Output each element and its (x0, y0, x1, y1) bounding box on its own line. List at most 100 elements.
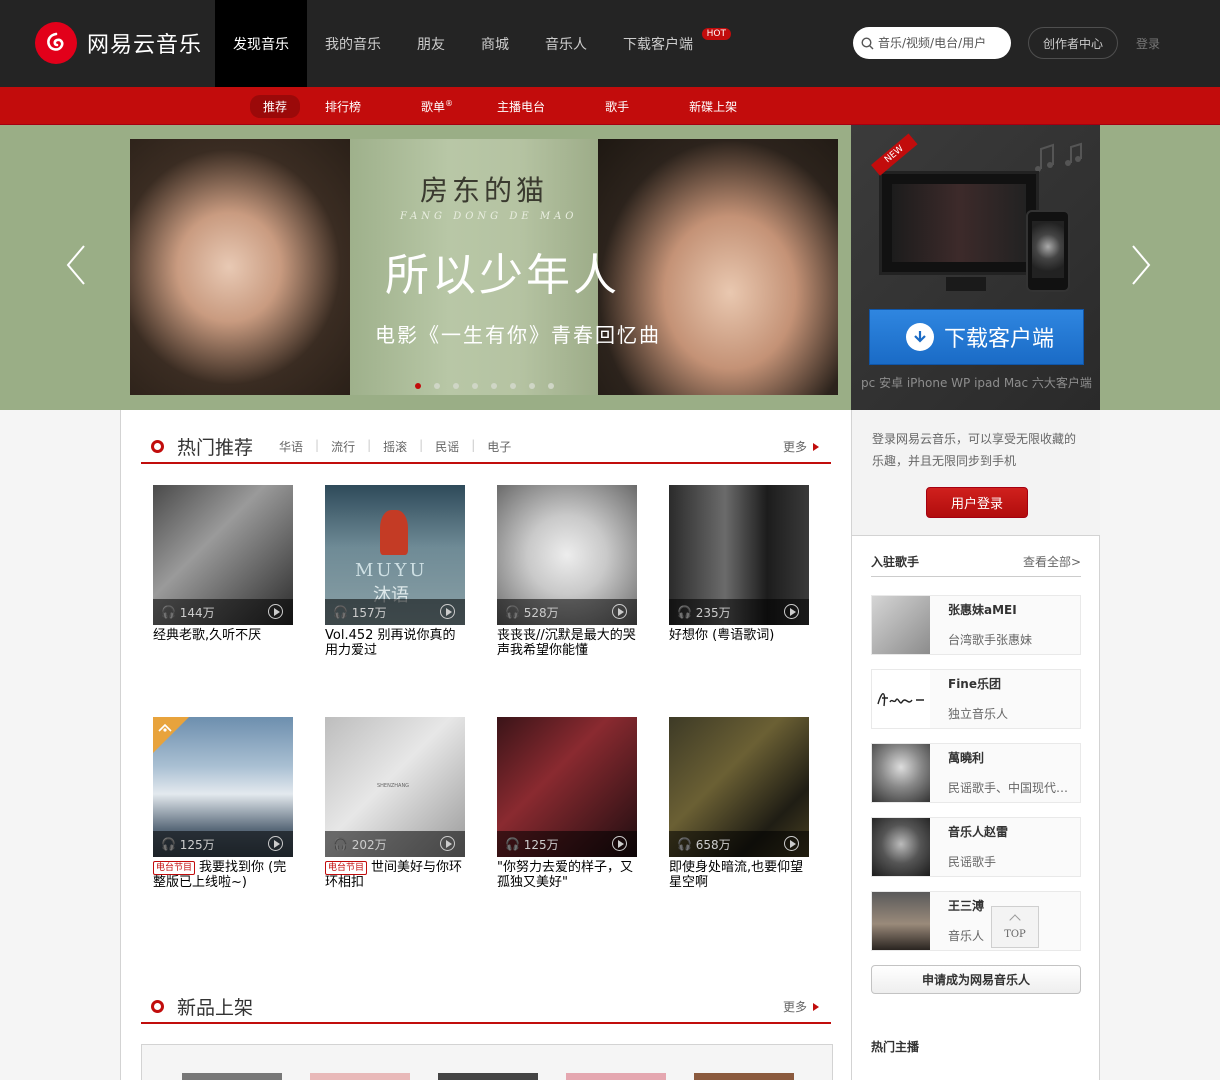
album-thumb[interactable] (182, 1073, 282, 1080)
nav-store[interactable]: 商城 (463, 0, 527, 87)
logo[interactable]: 网易云音乐 (35, 22, 202, 64)
anchors-title: 热门主播 (871, 1040, 920, 1054)
album-thumb[interactable] (438, 1073, 538, 1080)
album-thumb[interactable] (310, 1073, 410, 1080)
album-thumb[interactable] (694, 1073, 794, 1080)
play-count: 157万 (351, 605, 387, 620)
section-title[interactable]: 新品上架 (177, 993, 253, 1020)
nav-my-music[interactable]: 我的音乐 (307, 0, 399, 87)
banner-dot[interactable] (472, 383, 478, 389)
play-icon[interactable] (440, 836, 455, 851)
nav-label: 商城 (481, 36, 509, 53)
playlist-title[interactable]: Vol.452 别再说你真的用力爱过 (325, 628, 465, 658)
playlist-cover[interactable]: 🎧 528万 (497, 485, 637, 625)
play-icon[interactable] (268, 836, 283, 851)
banner-dot[interactable] (529, 383, 535, 389)
subnav-artists[interactable]: 歌手 (592, 87, 642, 125)
headphones-icon: 🎧 (161, 605, 176, 619)
nav-label: 朋友 (417, 36, 445, 53)
playlist-cover[interactable]: 🎧 144万 (153, 485, 293, 625)
playlist-cover[interactable]: 🎧 658万 (669, 717, 809, 857)
play-icon[interactable] (440, 604, 455, 619)
nav-musician[interactable]: 音乐人 (527, 0, 605, 87)
play-icon[interactable] (784, 836, 799, 851)
subnav-label: 排行榜 (325, 99, 362, 114)
playlist-title[interactable]: 丧丧丧//沉默是最大的哭声我希望你能懂 (497, 628, 637, 658)
login-link[interactable]: 登录 (1136, 35, 1160, 52)
playlist-title[interactable]: 电台节目 世间美好与你环环相扣 (325, 860, 465, 890)
banner-headline: 所以少年人 (385, 250, 620, 301)
subnav-new-albums[interactable]: 新碟上架 (676, 87, 750, 125)
play-icon[interactable] (784, 604, 799, 619)
album-thumb[interactable] (566, 1073, 666, 1080)
login-box: 登录网易云音乐，可以享受无限收藏的乐趣，并且无限同步到手机 用户登录 (852, 410, 1100, 536)
hot-badge: HOT (701, 28, 731, 40)
artist-avatar (872, 744, 930, 802)
banner-dot[interactable] (510, 383, 516, 389)
genre-tag[interactable]: 电子 (487, 438, 511, 455)
subnav-playlists[interactable]: 歌单® (408, 87, 466, 125)
genre-tag[interactable]: 流行 (331, 438, 355, 455)
subnav-label: 主播电台 (497, 99, 546, 114)
nav-discover[interactable]: 发现音乐 (215, 0, 307, 87)
playlist-title[interactable]: 电台节目 我要找到你 (完整版已上线啦~) (153, 860, 293, 890)
genre-tag[interactable]: 摇滚 (383, 438, 407, 455)
play-count: 235万 (695, 605, 731, 620)
play-icon[interactable] (612, 836, 627, 851)
artist-card[interactable]: 萬曉利 民谣歌手、中国现代民谣的代表人物之一 (871, 743, 1081, 803)
playlist-cover[interactable]: MUYU 沐语 🎧 157万 (325, 485, 465, 625)
more-link[interactable]: 更多 (783, 998, 819, 1015)
banner-prev-arrow[interactable] (62, 240, 92, 290)
playlist-cover[interactable]: 🎧 125万 (497, 717, 637, 857)
apply-musician-button[interactable]: 申请成为网易音乐人 (871, 965, 1081, 994)
search-box[interactable] (853, 27, 1011, 59)
subnav-radio[interactable]: 主播电台 (484, 87, 558, 125)
banner-portrait-right (598, 139, 838, 395)
genre-tag[interactable]: 华语 (279, 438, 303, 455)
playlist-title[interactable]: 好想你 (粤语歌词) (669, 628, 809, 643)
nav-download[interactable]: 下载客户端 HOT (605, 0, 731, 87)
artists-header: 入驻歌手 查看全部> (871, 553, 1081, 577)
play-icon[interactable] (612, 604, 627, 619)
nav-friends[interactable]: 朋友 (399, 0, 463, 87)
banner-image[interactable]: 房东的猫 FANG DONG DE MAO 所以少年人 电影《一生有你》青春回忆… (130, 139, 838, 395)
banner-dot[interactable] (548, 383, 554, 389)
artist-desc: 民谣歌手 (948, 855, 997, 869)
banner-dot[interactable] (415, 383, 421, 389)
download-client-button[interactable]: 下载客户端 (869, 309, 1084, 365)
artist-card[interactable]: 王三溥 音乐人 (871, 891, 1081, 951)
sub-nav: 推荐 排行榜 歌单® 主播电台 歌手 新碟上架 (250, 87, 750, 125)
subnav-recommend[interactable]: 推荐 (250, 87, 301, 125)
subnav-charts[interactable]: 排行榜 (312, 87, 374, 125)
back-to-top-button[interactable]: TOP (991, 906, 1039, 948)
play-icon[interactable] (268, 604, 283, 619)
artist-desc: 台湾歌手张惠妹 (948, 633, 1033, 647)
more-link[interactable]: 更多 (783, 438, 819, 455)
headphones-icon: 🎧 (677, 837, 692, 851)
playlist-cover[interactable]: SHENZHANG 🎧 202万 (325, 717, 465, 857)
genre-tag[interactable]: 民谣 (435, 438, 459, 455)
artist-card[interactable]: 音乐人赵雷 民谣歌手 (871, 817, 1081, 877)
playlist-title[interactable]: "你努力去爱的样子，又孤独又美好" (497, 860, 637, 890)
search-input[interactable] (878, 36, 998, 50)
banner-portrait-left (130, 139, 350, 395)
creator-center-button[interactable]: 创作者中心 (1028, 27, 1118, 59)
banner-next-arrow[interactable] (1125, 240, 1155, 290)
artist-card[interactable]: 张惠妹aMEI 台湾歌手张惠妹 (871, 595, 1081, 655)
playlist-cover[interactable]: 🎧 125万 (153, 717, 293, 857)
registered-mark: ® (445, 98, 454, 108)
playlist-cover[interactable]: 🎧 235万 (669, 485, 809, 625)
banner-dot[interactable] (434, 383, 440, 389)
playlist-title[interactable]: 即使身处暗流,也要仰望星空啊 (669, 860, 809, 890)
subnav-label: 推荐 (250, 94, 301, 118)
banner-dot[interactable] (491, 383, 497, 389)
playlist-name: "你努力去爱的样子，又孤独又美好" (497, 860, 633, 890)
subnav-label: 新碟上架 (689, 99, 738, 114)
section-title[interactable]: 热门推荐 (177, 433, 253, 460)
playlist-title[interactable]: 经典老歌,久听不厌 (153, 628, 293, 643)
artist-desc: 民谣歌手、中国现代民谣的代表人物之一 (948, 781, 1080, 795)
artist-card[interactable]: Fine乐团 独立音乐人 (871, 669, 1081, 729)
banner-dot[interactable] (453, 383, 459, 389)
view-all-link[interactable]: 查看全部> (1023, 553, 1081, 570)
user-login-button[interactable]: 用户登录 (926, 487, 1028, 518)
